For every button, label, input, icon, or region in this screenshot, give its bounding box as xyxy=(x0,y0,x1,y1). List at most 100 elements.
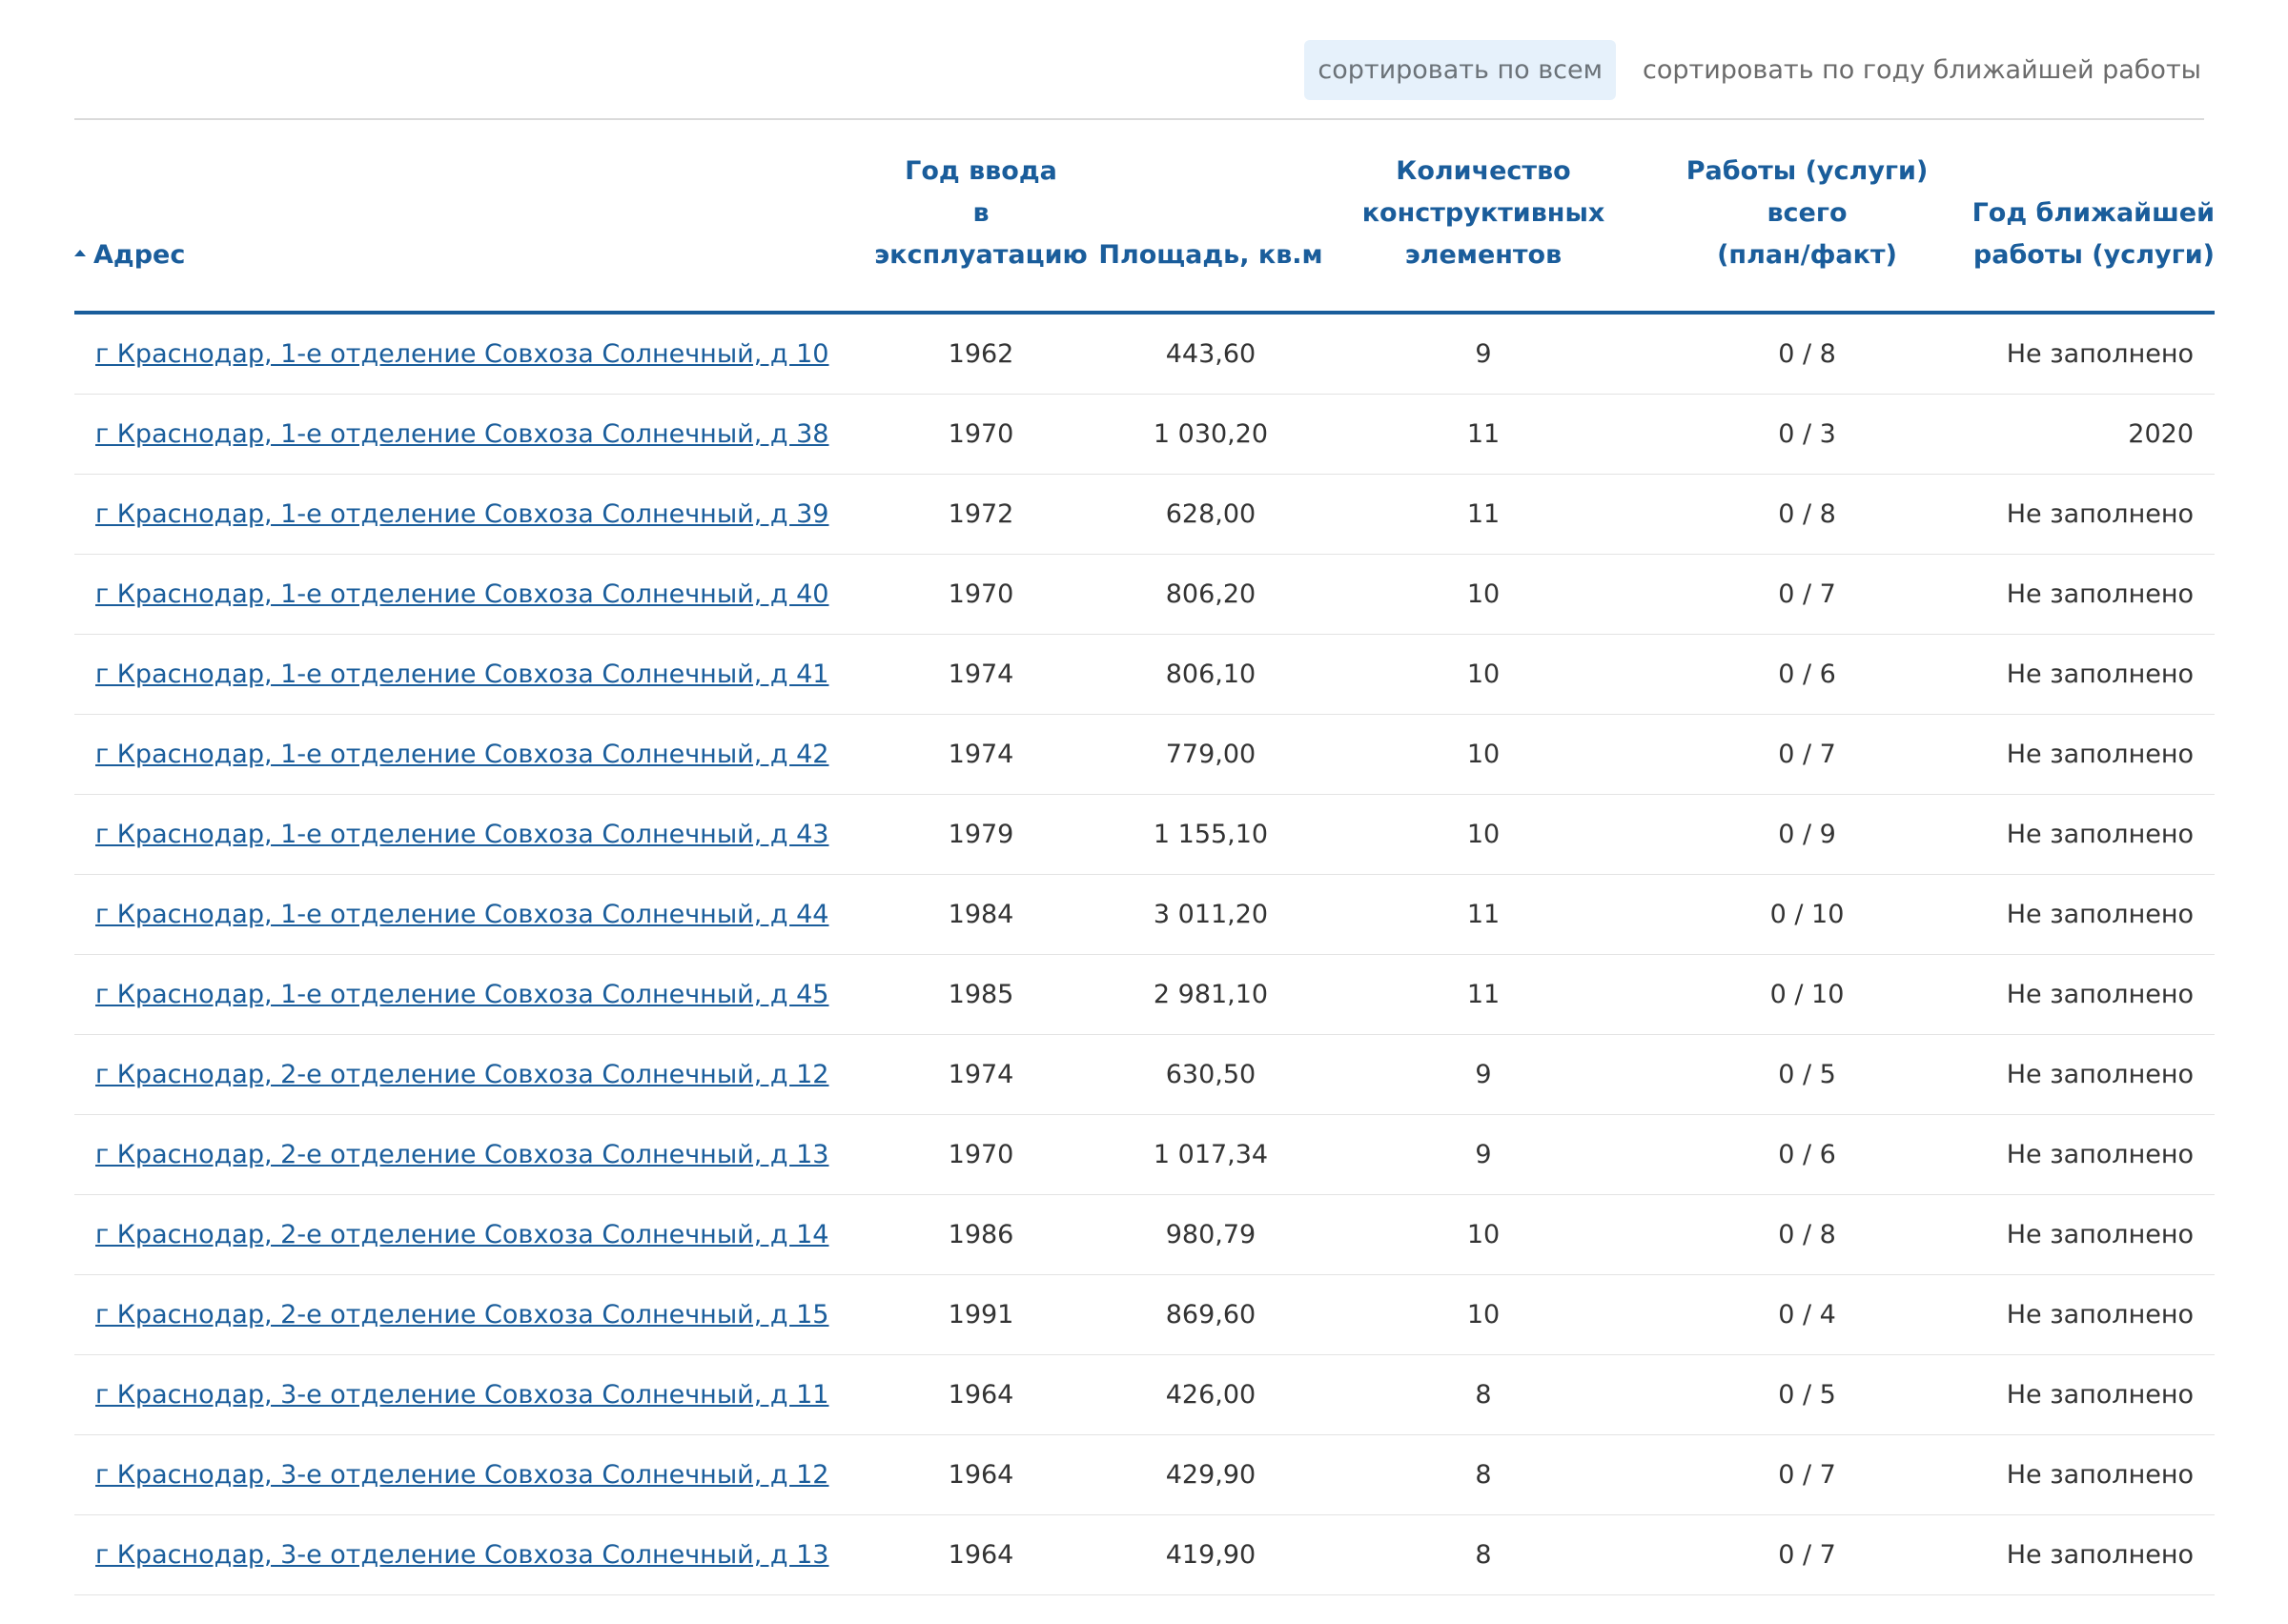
address-link[interactable]: г Краснодар, 1-е отделение Совхоза Солне… xyxy=(95,900,828,929)
next-work-year-cell: Не заполнено xyxy=(1971,313,2215,395)
year-cell: 1970 xyxy=(864,394,1098,475)
next-work-year-cell: Не заполнено xyxy=(1971,634,2215,715)
table-row: г Краснодар, 1-е отделение Совхоза Солне… xyxy=(74,794,2215,875)
address-cell: г Краснодар, 2-е отделение Совхоза Солне… xyxy=(74,1274,864,1355)
column-header-next-line-2: работы (услуги) xyxy=(1972,240,2215,270)
elements-count-cell: 8 xyxy=(1323,1514,1644,1595)
area-cell: 1 017,34 xyxy=(1098,1114,1323,1195)
elements-count-cell: 9 xyxy=(1323,1114,1644,1195)
address-link[interactable]: г Краснодар, 2-е отделение Совхоза Солне… xyxy=(95,1300,828,1330)
elements-count-cell: 10 xyxy=(1323,554,1644,635)
elements-count-cell: 8 xyxy=(1323,1434,1644,1515)
table-row: г Краснодар, 3-е отделение Совхоза Солне… xyxy=(74,1514,2215,1595)
area-cell: 426,00 xyxy=(1098,1354,1323,1435)
works-cell: 0 / 10 xyxy=(1644,954,1971,1035)
next-work-year-cell: Не заполнено xyxy=(1971,1354,2215,1435)
address-link[interactable]: г Краснодар, 1-е отделение Совхоза Солне… xyxy=(95,980,828,1009)
year-cell: 1984 xyxy=(864,874,1098,955)
address-cell: г Краснодар, 3-е отделение Совхоза Солне… xyxy=(74,1354,864,1435)
column-header-year-line-2: в эксплуатацию xyxy=(874,198,1088,270)
address-cell: г Краснодар, 3-е отделение Совхоза Солне… xyxy=(74,1514,864,1595)
column-header-works-line-1: Работы (услуги) всего xyxy=(1685,156,1929,228)
next-work-year-cell: Не заполнено xyxy=(1971,954,2215,1035)
column-header-count-line-2: конструктивных xyxy=(1361,198,1605,228)
address-link[interactable]: г Краснодар, 1-е отделение Совхоза Солне… xyxy=(95,339,828,369)
address-link[interactable]: г Краснодар, 1-е отделение Совхоза Солне… xyxy=(95,499,828,529)
next-work-year-cell: Не заполнено xyxy=(1971,1274,2215,1355)
works-cell: 0 / 6 xyxy=(1644,634,1971,715)
address-cell: г Краснодар, 3-е отделение Совхоза Солне… xyxy=(74,1434,864,1515)
area-cell: 628,00 xyxy=(1098,474,1323,555)
year-cell: 1985 xyxy=(864,954,1098,1035)
area-cell: 869,60 xyxy=(1098,1274,1323,1355)
table-row: г Краснодар, 2-е отделение Совхоза Солне… xyxy=(74,1114,2215,1195)
area-cell: 630,50 xyxy=(1098,1034,1323,1115)
column-header-elements-count[interactable]: Количество конструктивных элементов xyxy=(1323,120,1644,315)
address-cell: г Краснодар, 2-е отделение Совхоза Солне… xyxy=(74,1034,864,1115)
table-row: г Краснодар, 1-е отделение Совхоза Солне… xyxy=(74,634,2215,715)
address-link[interactable]: г Краснодар, 2-е отделение Совхоза Солне… xyxy=(95,1220,828,1249)
works-cell: 0 / 7 xyxy=(1644,554,1971,635)
table-row: г Краснодар, 1-е отделение Совхоза Солне… xyxy=(74,714,2215,795)
column-header-year[interactable]: Год ввода в эксплуатацию xyxy=(864,120,1098,315)
elements-count-cell: 10 xyxy=(1323,1194,1644,1275)
table-row: г Краснодар, 1-е отделение Совхоза Солне… xyxy=(74,474,2215,555)
next-work-year-cell: Не заполнено xyxy=(1971,554,2215,635)
table-row: г Краснодар, 3-е отделение Совхоза Солне… xyxy=(74,1354,2215,1435)
year-cell: 1974 xyxy=(864,1034,1098,1115)
area-cell: 429,90 xyxy=(1098,1434,1323,1515)
sort-by-next-year-button[interactable]: сортировать по году ближайшей работы xyxy=(1629,40,2215,100)
year-cell: 1970 xyxy=(864,554,1098,635)
table-row: г Краснодар, 2-е отделение Совхоза Солне… xyxy=(74,1274,2215,1355)
next-work-year-cell: Не заполнено xyxy=(1971,714,2215,795)
next-work-year-cell: 2020 xyxy=(1971,394,2215,475)
address-cell: г Краснодар, 1-е отделение Совхоза Солне… xyxy=(74,794,864,875)
area-cell: 443,60 xyxy=(1098,313,1323,395)
elements-count-cell: 9 xyxy=(1323,313,1644,395)
works-cell: 0 / 10 xyxy=(1644,874,1971,955)
sort-ascending-icon xyxy=(74,250,86,256)
column-header-next-line-1: Год ближайшей xyxy=(1971,198,2215,228)
elements-count-cell: 11 xyxy=(1323,394,1644,475)
sort-by-all-button[interactable]: сортировать по всем xyxy=(1304,40,1616,100)
works-cell: 0 / 7 xyxy=(1644,1514,1971,1595)
year-cell: 1964 xyxy=(864,1434,1098,1515)
address-link[interactable]: г Краснодар, 2-е отделение Совхоза Солне… xyxy=(95,1060,828,1089)
column-header-works[interactable]: Работы (услуги) всего (план/факт) xyxy=(1644,120,1971,315)
address-cell: г Краснодар, 1-е отделение Совхоза Солне… xyxy=(74,874,864,955)
year-cell: 1974 xyxy=(864,714,1098,795)
year-cell: 1964 xyxy=(864,1354,1098,1435)
column-header-area[interactable]: Площадь, кв.м xyxy=(1098,120,1323,315)
elements-count-cell: 10 xyxy=(1323,1274,1644,1355)
table-row: г Краснодар, 2-е отделение Совхоза Солне… xyxy=(74,1034,2215,1115)
year-cell: 1970 xyxy=(864,1114,1098,1195)
address-cell: г Краснодар, 1-е отделение Совхоза Солне… xyxy=(74,313,864,395)
area-cell: 806,10 xyxy=(1098,634,1323,715)
column-header-count-line-3: элементов xyxy=(1404,240,1563,270)
area-cell: 419,90 xyxy=(1098,1514,1323,1595)
address-cell: г Краснодар, 1-е отделение Совхоза Солне… xyxy=(74,634,864,715)
column-header-year-line-1: Год ввода xyxy=(905,156,1057,186)
next-work-year-cell: Не заполнено xyxy=(1971,1034,2215,1115)
address-link[interactable]: г Краснодар, 1-е отделение Совхоза Солне… xyxy=(95,419,828,449)
works-cell: 0 / 6 xyxy=(1644,1114,1971,1195)
address-link[interactable]: г Краснодар, 1-е отделение Совхоза Солне… xyxy=(95,660,828,689)
address-link[interactable]: г Краснодар, 1-е отделение Совхоза Солне… xyxy=(95,820,828,849)
works-cell: 0 / 5 xyxy=(1644,1354,1971,1435)
address-cell: г Краснодар, 1-е отделение Совхоза Солне… xyxy=(74,474,864,555)
elements-count-cell: 10 xyxy=(1323,714,1644,795)
address-link[interactable]: г Краснодар, 1-е отделение Совхоза Солне… xyxy=(95,740,828,769)
table-row: г Краснодар, 1-е отделение Совхоза Солне… xyxy=(74,394,2215,475)
address-link[interactable]: г Краснодар, 3-е отделение Совхоза Солне… xyxy=(95,1540,828,1570)
address-link[interactable]: г Краснодар, 3-е отделение Совхоза Солне… xyxy=(95,1460,828,1490)
column-header-address-label: Адрес xyxy=(93,240,186,270)
address-link[interactable]: г Краснодар, 1-е отделение Совхоза Солне… xyxy=(95,579,828,609)
elements-count-cell: 11 xyxy=(1323,474,1644,555)
table-row: г Краснодар, 3-е отделение Совхоза Солне… xyxy=(74,1434,2215,1515)
table-row: г Краснодар, 1-е отделение Совхоза Солне… xyxy=(74,874,2215,955)
address-link[interactable]: г Краснодар, 3-е отделение Совхоза Солне… xyxy=(95,1380,828,1410)
column-header-address[interactable]: Адрес xyxy=(74,120,864,315)
address-link[interactable]: г Краснодар, 2-е отделение Совхоза Солне… xyxy=(95,1140,828,1169)
elements-count-cell: 11 xyxy=(1323,874,1644,955)
column-header-next-work-year[interactable]: Год ближайшей работы (услуги) xyxy=(1971,120,2215,315)
